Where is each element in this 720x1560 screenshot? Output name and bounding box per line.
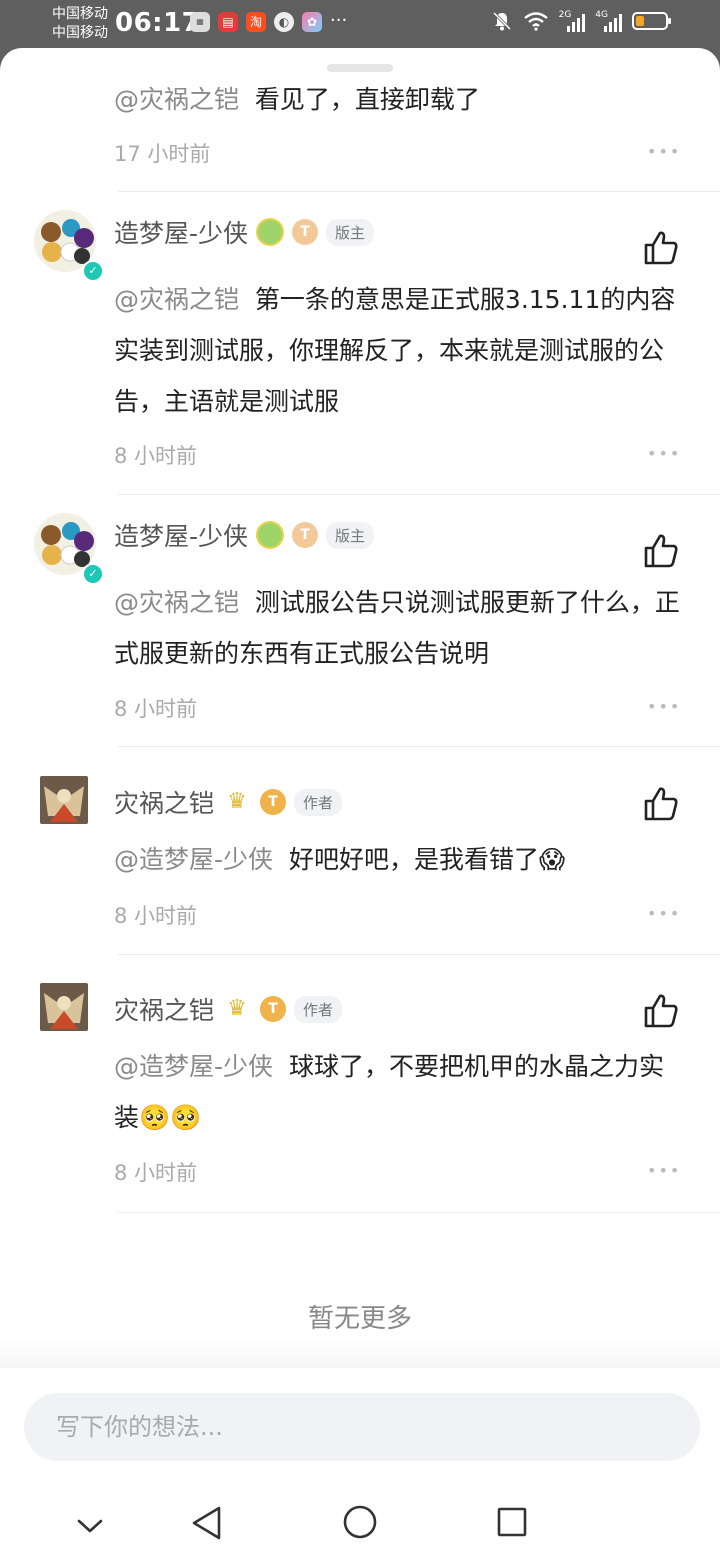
bottom-shade	[0, 1338, 720, 1368]
taobao-app-icon: 淘	[246, 12, 266, 32]
level-badge-icon: T	[292, 219, 319, 245]
more-dots-icon[interactable]: •••	[647, 697, 681, 716]
mention-link[interactable]: @灾祸之铠	[114, 285, 239, 314]
avatar[interactable]	[40, 983, 88, 1031]
notification-icons: ▦ ▤ 淘 ◐ ✿ ···	[190, 12, 347, 32]
divider	[118, 954, 720, 955]
character-badge-icon	[256, 218, 285, 246]
battery-icon	[632, 12, 671, 30]
comment-time: 8 小时前	[114, 904, 198, 928]
comment-body: 好吧好吧，是我看错了😱	[288, 845, 566, 874]
drag-handle[interactable]	[327, 64, 393, 72]
divider	[118, 191, 720, 192]
thumbs-up-icon[interactable]	[642, 532, 680, 570]
author-row: 灾祸之铠 ♛ T 作者	[114, 991, 343, 1027]
thumbs-up-icon[interactable]	[642, 992, 680, 1030]
huawei-app-icon: ▦	[190, 12, 210, 32]
more-dots-icon[interactable]: •••	[647, 904, 681, 923]
mute-bell-icon	[492, 11, 511, 31]
back-triangle-icon[interactable]	[190, 1504, 224, 1542]
level-badge-icon: T	[292, 522, 319, 548]
comment-text: @造梦屋-少侠 好吧好吧，是我看错了😱	[114, 834, 684, 885]
comment-time: 8 小时前	[114, 444, 198, 468]
browser-app-icon: ◐	[274, 12, 294, 32]
comment-input[interactable]: 写下你的想法...	[24, 1393, 700, 1461]
comment-text: @灾祸之铠 测试服公告只说测试服更新了什么，正式服更新的东西有正式服公告说明	[114, 577, 684, 679]
more-dots-icon[interactable]: •••	[647, 444, 681, 463]
more-notifications-icon: ···	[330, 10, 348, 31]
divider	[118, 494, 720, 495]
chevron-down-icon[interactable]	[76, 1516, 104, 1536]
comment-text: @造梦屋-少侠 球球了，不要把机甲的水晶之力实装🥺🥺	[114, 1041, 684, 1143]
status-bar: 中国移动 中国移动 06:17 ▦ ▤ 淘 ◐ ✿ ··· 2G 4G	[0, 0, 720, 50]
comment-time: 8 小时前	[114, 697, 198, 721]
role-tag: 版主	[326, 218, 375, 246]
author-name[interactable]: 灾祸之铠	[114, 784, 214, 820]
role-tag: 作者	[294, 995, 343, 1023]
status-indicators: 2G 4G	[491, 10, 671, 32]
avatar-image	[40, 776, 88, 824]
author-row: 灾祸之铠 ♛ T 作者	[114, 784, 343, 820]
author-name[interactable]: 灾祸之铠	[114, 991, 214, 1027]
recents-square-icon[interactable]	[496, 1506, 528, 1538]
author-row: 造梦屋-少侠 T 版主	[114, 214, 375, 250]
author-row: 造梦屋-少侠 T 版主	[114, 517, 375, 553]
mention-link[interactable]: @灾祸之铠	[114, 85, 239, 114]
comment-time: 17 小时前	[114, 142, 211, 166]
level-badge-icon: T	[260, 789, 287, 815]
verified-check-icon: ✓	[82, 563, 104, 585]
no-more-label: 暂无更多	[307, 1304, 412, 1334]
divider	[118, 746, 720, 747]
system-nav-bar	[0, 1496, 720, 1560]
reader-app-icon: ▤	[218, 12, 238, 32]
comment-text: @灾祸之铠 第一条的意思是正式服3.15.11的内容实装到测试服，你理解反了，本…	[114, 274, 684, 427]
carrier-1: 中国移动	[52, 6, 108, 22]
gallery-app-icon: ✿	[302, 12, 322, 32]
author-name[interactable]: 造梦屋-少侠	[114, 214, 248, 250]
crown-badge-icon: ♛	[227, 789, 247, 814]
signal-4g-icon: 4G	[595, 10, 622, 32]
carrier-labels: 中国移动 中国移动	[52, 5, 108, 43]
avatar[interactable]	[40, 776, 88, 824]
thumbs-up-icon[interactable]	[642, 785, 680, 823]
comment-body: 看见了，直接卸载了	[254, 85, 480, 114]
mention-link[interactable]: @造梦屋-少侠	[114, 1052, 273, 1081]
more-dots-icon[interactable]: •••	[647, 142, 681, 161]
comment-time: 8 小时前	[114, 1161, 198, 1185]
mention-link[interactable]: @灾祸之铠	[114, 588, 239, 617]
mention-link[interactable]: @造梦屋-少侠	[114, 845, 273, 874]
wifi-icon	[523, 12, 548, 31]
role-tag: 作者	[294, 788, 343, 816]
signal-2g-icon: 2G	[559, 10, 586, 32]
crown-badge-icon: ♛	[227, 996, 247, 1021]
home-circle-icon[interactable]	[342, 1504, 378, 1540]
carrier-2: 中国移动	[52, 25, 108, 41]
comment-sheet: @灾祸之铠 看见了，直接卸载了 17 小时前 ••• ✓ 造梦屋-少侠 T 版主	[0, 48, 720, 1560]
thumbs-up-icon[interactable]	[642, 229, 680, 267]
author-name[interactable]: 造梦屋-少侠	[114, 517, 248, 553]
comment-text: @灾祸之铠 看见了，直接卸载了	[114, 74, 684, 125]
character-badge-icon	[256, 521, 285, 549]
verified-check-icon: ✓	[82, 260, 104, 282]
level-badge-icon: T	[260, 996, 287, 1022]
divider	[118, 1212, 720, 1213]
role-tag: 版主	[326, 521, 375, 549]
more-dots-icon[interactable]: •••	[647, 1161, 681, 1180]
clock: 06:17	[115, 8, 201, 38]
avatar-image	[40, 983, 88, 1031]
